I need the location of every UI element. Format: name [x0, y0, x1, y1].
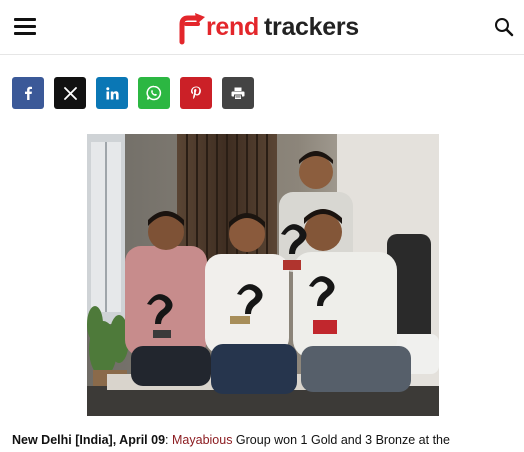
search-icon[interactable]: [494, 17, 514, 37]
printer-icon: [231, 87, 245, 100]
pinterest-share-button[interactable]: [180, 77, 212, 109]
logo-text-red: rend: [206, 13, 259, 41]
facebook-icon: [25, 86, 32, 100]
article-hero-image[interactable]: [87, 134, 439, 416]
menu-bar: [14, 18, 36, 21]
facebook-share-button[interactable]: [12, 77, 44, 109]
article-lead-paragraph: New Delhi [India], April 09: Mayabious G…: [12, 432, 512, 448]
logo-t-arrow-icon: [179, 13, 205, 45]
print-button[interactable]: [222, 77, 254, 109]
hamburger-menu-icon[interactable]: [14, 17, 36, 35]
pinterest-icon: [191, 86, 201, 99]
dateline-separator: :: [165, 433, 172, 447]
share-buttons: [12, 77, 264, 109]
dateline: New Delhi [India], April 09: [12, 433, 166, 447]
lead-text: Group won 1 Gold and 3 Bronze at the: [232, 433, 450, 447]
x-icon: [63, 86, 77, 100]
whatsapp-icon: [146, 85, 162, 101]
menu-bar: [14, 25, 36, 28]
site-logo[interactable]: rend trackers: [178, 6, 359, 46]
site-header: rend trackers: [0, 0, 524, 55]
x-share-button[interactable]: [54, 77, 86, 109]
company-link[interactable]: Mayabious: [172, 433, 232, 447]
linkedin-icon: [105, 86, 119, 99]
logo-text-dark: trackers: [263, 13, 359, 41]
linkedin-share-button[interactable]: [96, 77, 128, 109]
whatsapp-share-button[interactable]: [138, 77, 170, 109]
menu-bar: [14, 32, 36, 35]
